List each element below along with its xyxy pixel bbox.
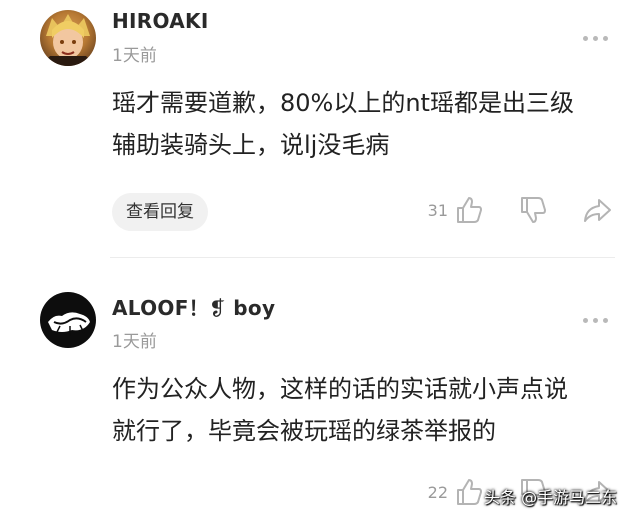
comment-actions: 31 <box>428 193 614 227</box>
username[interactable]: ALOOF！❡ boy <box>112 292 275 321</box>
thumbs-up-icon[interactable] <box>452 475 486 509</box>
like-count: 22 <box>427 482 448 502</box>
comment-line: 瑶才需要道歉，80%以上的nt瑶都是出三级 <box>112 89 574 117</box>
more-icon[interactable] <box>583 36 608 41</box>
avatar[interactable] <box>40 292 96 348</box>
thumbs-up-icon[interactable] <box>452 193 486 227</box>
comment-text: 瑶才需要道歉，80%以上的nt瑶都是出三级 辅助装骑头上，说lj没毛病 <box>112 82 612 166</box>
timestamp: 1天前 <box>112 332 157 352</box>
comment-line: 就行了，毕竟会被玩瑶的绿茶举报的 <box>112 417 496 445</box>
comment-line: 辅助装骑头上，说lj没毛病 <box>112 131 390 159</box>
timestamp: 1天前 <box>112 46 157 66</box>
username[interactable]: HIROAKI <box>112 9 209 33</box>
like-count: 31 <box>427 200 448 220</box>
avatar[interactable] <box>40 10 96 66</box>
thumbs-down-icon[interactable] <box>516 193 550 227</box>
more-icon[interactable] <box>583 318 608 323</box>
share-icon[interactable] <box>580 193 614 227</box>
view-replies-button[interactable]: 查看回复 <box>112 193 208 231</box>
watermark: 头条 @手游马二东 <box>484 488 618 507</box>
comment-text: 作为公众人物，这样的话的实话就小声点说 就行了，毕竟会被玩瑶的绿茶举报的 <box>112 368 612 452</box>
comment-line: 作为公众人物，这样的话的实话就小声点说 <box>112 375 568 403</box>
comment-item: HIROAKI 1天前 瑶才需要道歉，80%以上的nt瑶都是出三级 辅助装骑头上… <box>0 0 630 258</box>
comment-item: ALOOF！❡ boy 1天前 作为公众人物，这样的话的实话就小声点说 就行了，… <box>0 258 630 519</box>
